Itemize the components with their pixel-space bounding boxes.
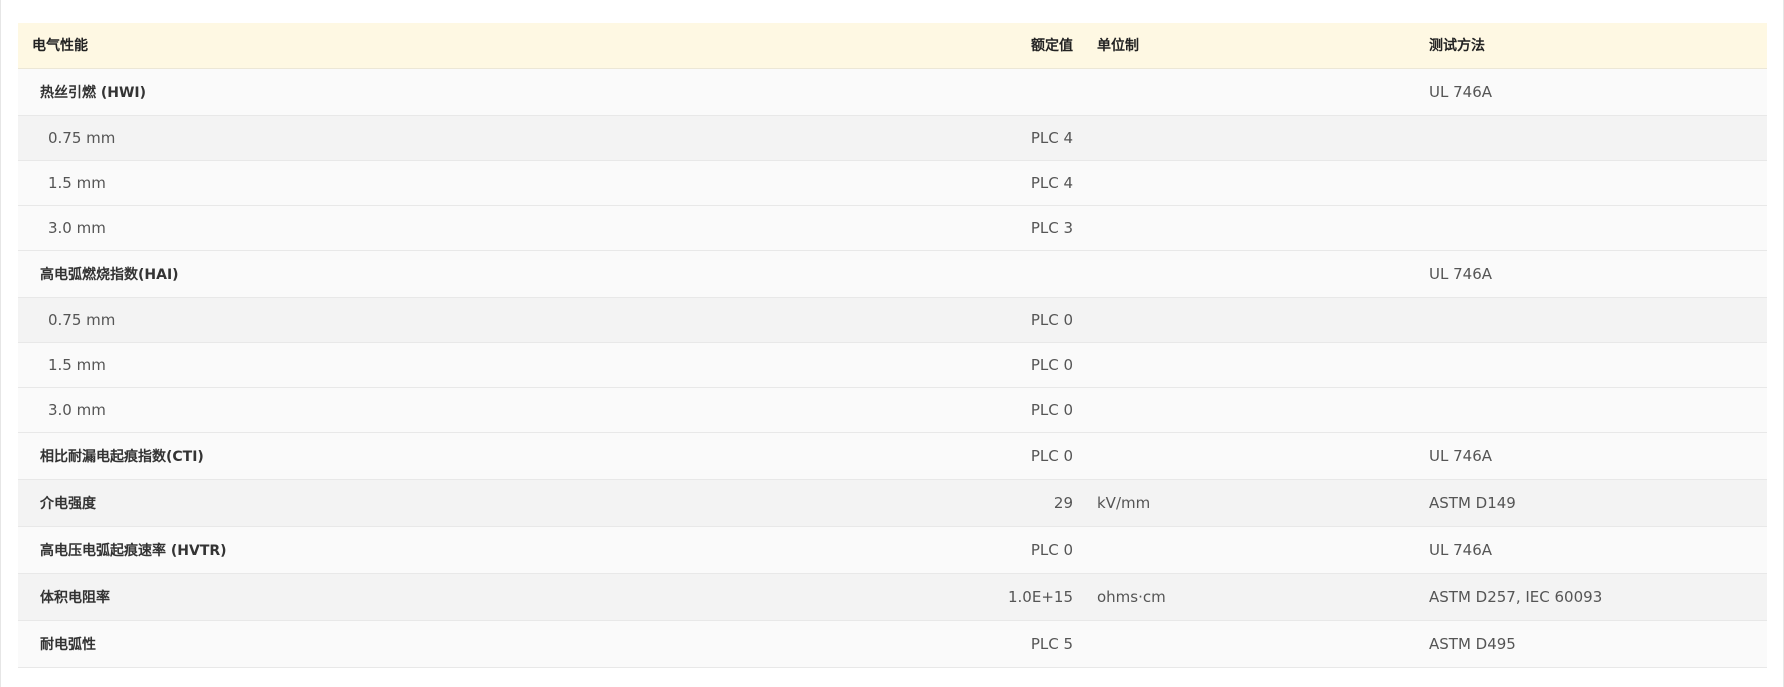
table-row: 0.75 mm PLC 4 [18, 115, 1767, 161]
property-name: 高电弧燃烧指数(HAI) [18, 250, 914, 298]
electrical-properties-table: 电气性能 额定值 单位制 测试方法 热丝引燃 (HWI) UL 746A 0.7… [18, 23, 1767, 668]
table-row: 3.0 mm PLC 3 [18, 205, 1767, 251]
rated-value: PLC 0 [914, 387, 1081, 433]
test-method [1429, 115, 1767, 161]
unit-value: ohms·cm [1081, 573, 1429, 621]
rated-value: PLC 0 [914, 342, 1081, 388]
table-row: 相比耐漏电起痕指数(CTI) PLC 0 UL 746A [18, 432, 1767, 480]
rated-value: PLC 3 [914, 205, 1081, 251]
table-row: 3.0 mm PLC 0 [18, 387, 1767, 433]
table-header: 电气性能 额定值 单位制 测试方法 [18, 23, 1767, 69]
property-name: 0.75 mm [18, 297, 914, 343]
test-method: ASTM D495 [1429, 620, 1767, 668]
rated-value: 1.0E+15 [914, 573, 1081, 621]
rated-value [914, 250, 1081, 298]
property-name: 热丝引燃 (HWI) [18, 68, 914, 116]
test-method [1429, 387, 1767, 433]
property-name: 耐电弧性 [18, 620, 914, 668]
table-row: 高电弧燃烧指数(HAI) UL 746A [18, 250, 1767, 298]
test-method [1429, 205, 1767, 251]
test-method [1429, 342, 1767, 388]
property-name: 体积电阻率 [18, 573, 914, 621]
header-test-method: 测试方法 [1429, 23, 1767, 69]
table-row: 1.5 mm PLC 4 [18, 160, 1767, 206]
unit-value [1081, 620, 1429, 668]
unit-value [1081, 115, 1429, 161]
test-method: UL 746A [1429, 432, 1767, 480]
rated-value: PLC 0 [914, 297, 1081, 343]
table-row: 热丝引燃 (HWI) UL 746A [18, 68, 1767, 116]
rated-value: PLC 4 [914, 115, 1081, 161]
property-name: 高电压电弧起痕速率 (HVTR) [18, 526, 914, 574]
rated-value: 29 [914, 479, 1081, 527]
test-method: UL 746A [1429, 250, 1767, 298]
test-method [1429, 297, 1767, 343]
unit-value [1081, 250, 1429, 298]
table-row: 高电压电弧起痕速率 (HVTR) PLC 0 UL 746A [18, 526, 1767, 574]
header-property: 电气性能 [18, 23, 914, 69]
unit-value [1081, 205, 1429, 251]
unit-value [1081, 342, 1429, 388]
rated-value: PLC 4 [914, 160, 1081, 206]
unit-value [1081, 160, 1429, 206]
unit-value [1081, 68, 1429, 116]
table-row: 1.5 mm PLC 0 [18, 342, 1767, 388]
test-method [1429, 160, 1767, 206]
unit-value [1081, 432, 1429, 480]
test-method: ASTM D149 [1429, 479, 1767, 527]
table-row: 体积电阻率 1.0E+15 ohms·cm ASTM D257, IEC 600… [18, 573, 1767, 621]
table-row: 0.75 mm PLC 0 [18, 297, 1767, 343]
unit-value [1081, 387, 1429, 433]
rated-value: PLC 5 [914, 620, 1081, 668]
property-name: 1.5 mm [18, 160, 914, 206]
table-body: 热丝引燃 (HWI) UL 746A 0.75 mm PLC 4 1.5 mm … [18, 68, 1767, 668]
header-row: 电气性能 额定值 单位制 测试方法 [18, 23, 1767, 69]
header-rated-value: 额定值 [914, 23, 1081, 69]
test-method: ASTM D257, IEC 60093 [1429, 573, 1767, 621]
rated-value: PLC 0 [914, 526, 1081, 574]
property-name: 3.0 mm [18, 205, 914, 251]
property-name: 3.0 mm [18, 387, 914, 433]
property-name: 0.75 mm [18, 115, 914, 161]
test-method: UL 746A [1429, 526, 1767, 574]
table-row: 介电强度 29 kV/mm ASTM D149 [18, 479, 1767, 527]
header-unit: 单位制 [1081, 23, 1429, 69]
unit-value: kV/mm [1081, 479, 1429, 527]
property-name: 相比耐漏电起痕指数(CTI) [18, 432, 914, 480]
table-row: 耐电弧性 PLC 5 ASTM D495 [18, 620, 1767, 668]
unit-value [1081, 526, 1429, 574]
rated-value: PLC 0 [914, 432, 1081, 480]
unit-value [1081, 297, 1429, 343]
rated-value [914, 68, 1081, 116]
property-name: 介电强度 [18, 479, 914, 527]
test-method: UL 746A [1429, 68, 1767, 116]
property-name: 1.5 mm [18, 342, 914, 388]
